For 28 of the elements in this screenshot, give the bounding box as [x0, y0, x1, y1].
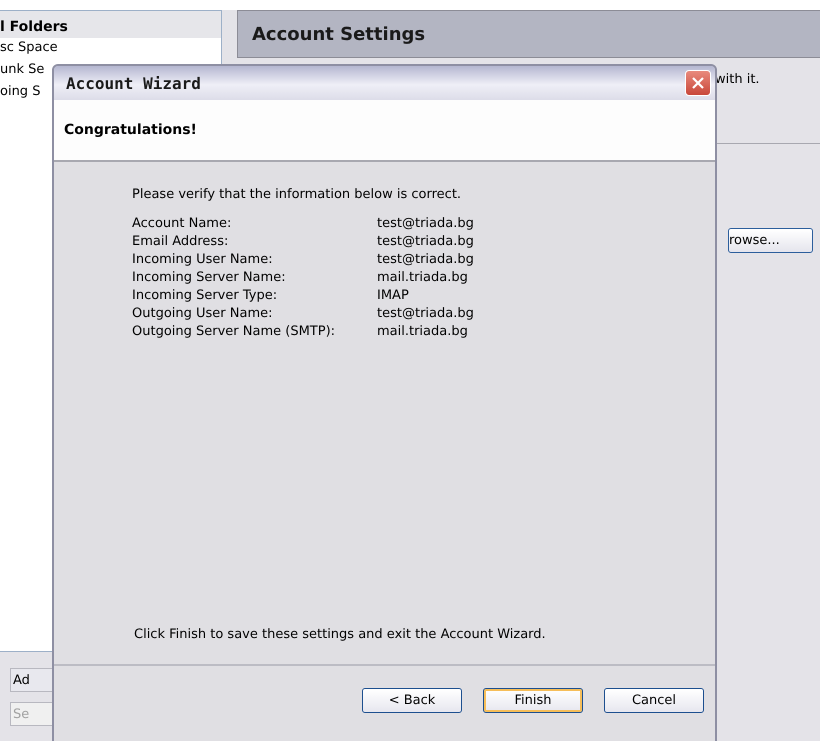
field-value: test@triada.bg: [377, 234, 475, 249]
field-value: IMAP: [377, 288, 410, 303]
dialog-button[interactable]: Cancel: [604, 688, 704, 713]
field-label: Outgoing Server Name (SMTP):: [132, 324, 336, 339]
field-value: test@triada.bg: [377, 216, 475, 231]
field-label: Incoming User Name:: [132, 252, 274, 267]
dialog-button[interactable]: < Back: [362, 688, 462, 713]
close-button[interactable]: [685, 70, 711, 96]
field-label: Account Name:: [132, 216, 232, 231]
intro-text: Please verify that the information below is correct.: [132, 187, 462, 202]
field-value: mail.triada.bg: [377, 270, 469, 285]
dialog-button[interactable]: Finish: [483, 688, 583, 713]
field-value: mail.triada.bg: [377, 324, 469, 339]
footer-text: Click Finish to save these settings and exit the Account Wizard.: [134, 627, 547, 642]
field-label: Email Address:: [132, 234, 230, 249]
folder-header: l Folders: [0, 11, 221, 38]
field-label: Incoming Server Type:: [132, 288, 278, 303]
browse-button[interactable]: rowse...: [728, 228, 813, 253]
folder-item[interactable]: sc Space: [0, 38, 221, 60]
close-icon: [691, 76, 705, 90]
field-label: Incoming Server Name:: [132, 270, 287, 285]
field-value: test@triada.bg: [377, 306, 475, 321]
panel-button[interactable]: Ad: [10, 668, 54, 692]
account-settings-header: Account Settings: [237, 10, 820, 58]
field-label: Outgoing User Name:: [132, 306, 274, 321]
dialog-heading: Congratulations!: [64, 122, 197, 138]
field-value: test@triada.bg: [377, 252, 475, 267]
dialog-title: Account Wizard: [66, 74, 201, 92]
